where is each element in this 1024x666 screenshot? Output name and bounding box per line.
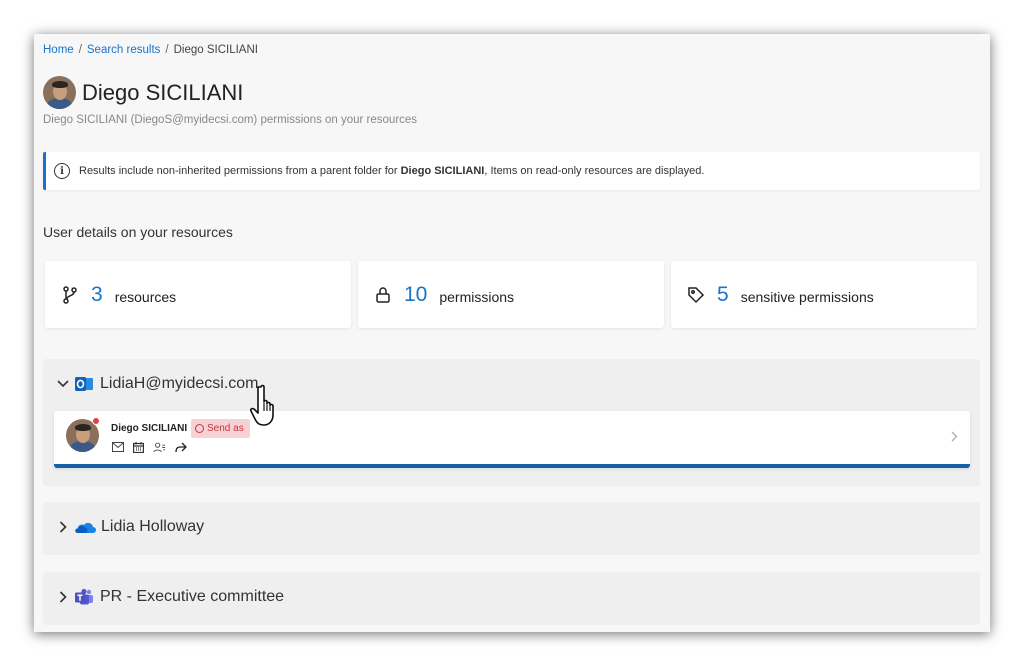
page-subtitle: Diego SICILIANI (DiegoS@myidecsi.com) pe… [43,114,418,126]
resource-header[interactable]: Lidia Holloway [56,518,204,536]
section-title: User details on your resources [43,224,233,240]
tag-icon [687,286,705,304]
badge-label: Send as [207,423,244,434]
stat-card-sensitive-permissions: 5 sensitive permissions [671,261,977,328]
resource-panel-onedrive: Lidia Holloway [43,502,980,555]
status-dot [92,417,100,425]
chevron-down-icon[interactable] [56,377,70,391]
forward-icon [174,441,187,453]
hand-cursor-icon [249,383,284,434]
breadcrumb-home[interactable]: Home [43,44,74,56]
permission-icons [111,441,187,453]
resource-header[interactable]: LidiaH@myidecsi.com [56,375,259,393]
resource-panel-mailbox: LidiaH@myidecsi.com Diego SICILIANI Send… [43,359,980,486]
stat-value: 3 [91,282,103,306]
outlook-icon [74,375,94,393]
stat-value: 10 [404,282,428,306]
breadcrumb-current: Diego SICILIANI [173,44,258,56]
resource-panel-teams: PR - Executive committee [43,572,980,625]
info-banner: i Results include non-inherited permissi… [43,152,980,190]
permission-user-name: Diego SICILIANI [111,423,188,434]
mail-icon [111,441,124,453]
avatar [43,76,76,109]
app-frame: Home / Search results / Diego SICILIANI Dieg… [34,34,990,632]
stat-label: sensitive permissions [740,288,874,305]
calendar-icon [132,441,145,453]
onedrive-icon [74,519,96,535]
stat-label: resources [114,288,177,305]
breadcrumb-separator: / [165,44,169,56]
git-branch-icon [61,285,79,304]
breadcrumb-separator: / [78,44,82,56]
chevron-right-icon[interactable] [951,429,958,447]
breadcrumb: Home / Search results / Diego SICILIANI [43,44,258,56]
lock-icon [374,286,392,304]
info-text: Results include non-inherited permission… [79,165,705,177]
stat-card-permissions: 10 permissions [358,261,664,328]
permission-row[interactable]: Diego SICILIANI Send as [54,411,970,468]
breadcrumb-search-results[interactable]: Search results [87,44,161,56]
stat-card-resources: 3 resources [45,261,351,328]
chevron-right-icon[interactable] [56,520,70,534]
resource-name: LidiaH@myidecsi.com [100,375,259,392]
resource-name: Lidia Holloway [101,518,205,535]
sensitive-badge: Send as [191,419,250,438]
warning-icon [195,424,204,433]
stat-value: 5 [717,282,729,306]
chevron-right-icon[interactable] [56,590,70,604]
info-icon: i [54,163,70,179]
page-title: Diego SICILIANI [82,80,244,105]
resource-header[interactable]: PR - Executive committee [56,588,284,606]
teams-icon [74,588,94,606]
resource-name: PR - Executive committee [100,588,285,605]
stat-label: permissions [439,288,515,305]
contacts-icon [153,441,166,453]
